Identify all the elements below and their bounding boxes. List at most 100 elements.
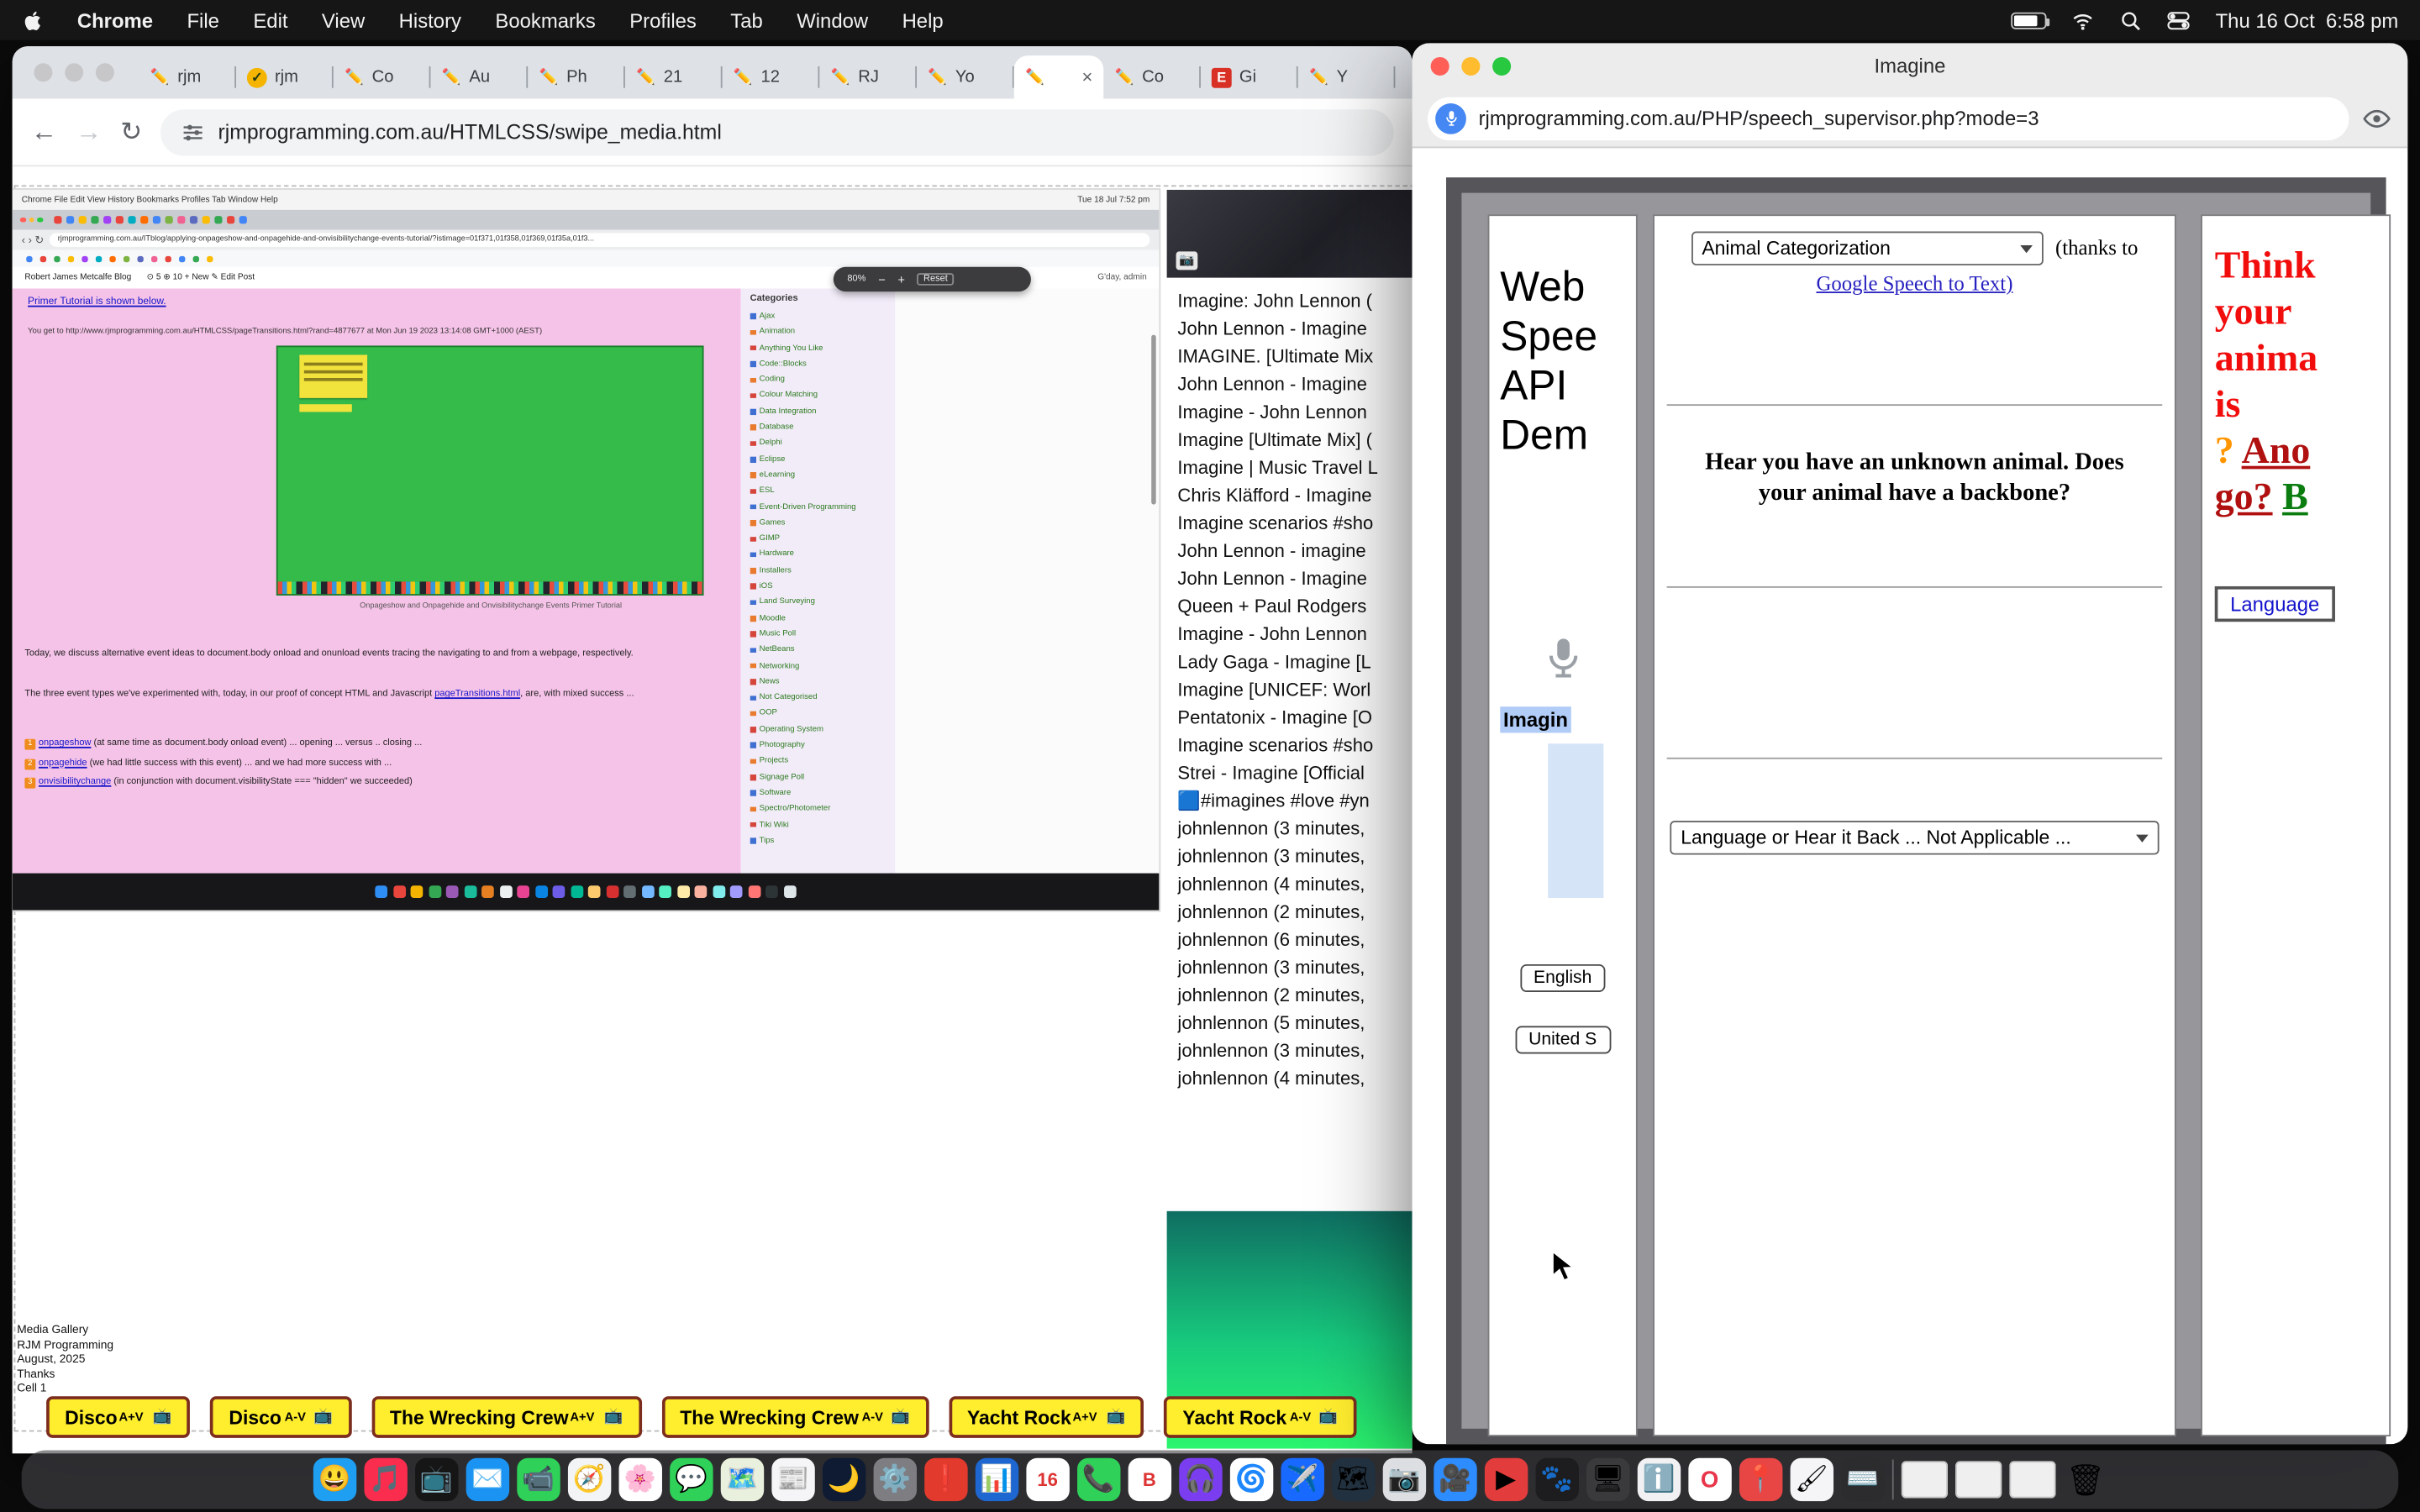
media-list-item[interactable]: johnlennon (5 minutes, (1177, 1009, 1410, 1037)
category-link[interactable]: Tiki Wiki (750, 817, 886, 833)
media-list-item[interactable]: johnlennon (2 minutes, (1177, 898, 1410, 926)
wifi-icon[interactable] (2072, 8, 2096, 32)
united-states-button[interactable]: United S (1515, 1026, 1611, 1053)
media-list-item[interactable]: Imagine [UNICEF: Worl (1177, 675, 1410, 703)
minimize-button[interactable] (1461, 57, 1480, 76)
recognized-text-selection[interactable]: Imagin (1500, 706, 1570, 732)
browser-tab[interactable]: ✏️ Ph (528, 55, 625, 98)
menu-item[interactable]: Tab (730, 8, 763, 32)
category-link[interactable]: Moodle (750, 611, 886, 627)
media-list-item[interactable]: Imagine - John Lennon (1177, 620, 1410, 648)
media-list-item[interactable]: John Lennon - imagine (1177, 537, 1410, 564)
event-link[interactable]: onvisibilitychange (39, 778, 111, 787)
dock-icon[interactable] (1956, 1461, 2002, 1498)
dock-icon[interactable]: 🎧 (1179, 1458, 1222, 1501)
pagetransitions-link[interactable]: pageTransitions.html (434, 690, 520, 699)
category-link[interactable]: Delphi (750, 436, 886, 452)
dock-icon[interactable]: 📷 (1382, 1458, 1425, 1501)
category-link[interactable]: Colour Matching (750, 388, 886, 404)
tutorial-screenshot[interactable] (278, 347, 702, 594)
menu-item[interactable]: History (399, 8, 461, 32)
media-list-item[interactable]: johnlennon (2 minutes, (1177, 981, 1410, 1009)
dock-icon[interactable]: ❗ (924, 1458, 967, 1501)
tab-close-icon[interactable]: × (1082, 66, 1093, 88)
dock-icon[interactable]: 🗺️ (720, 1458, 763, 1501)
category-link[interactable]: Anything You Like (750, 340, 886, 356)
fullscreen-button[interactable] (1492, 57, 1511, 76)
media-list-item[interactable]: Strei - Imagine [Official (1177, 759, 1410, 787)
zoom-out-button[interactable]: − (878, 272, 886, 286)
media-list-item[interactable]: johnlennon (3 minutes, (1177, 843, 1410, 870)
category-link[interactable]: ESL (750, 483, 886, 499)
media-list-item[interactable]: johnlennon (6 minutes, (1177, 926, 1410, 953)
media-banner[interactable]: 📷 (1167, 190, 1413, 278)
dock-icon[interactable]: ⚙️ (873, 1458, 916, 1501)
browser-tab[interactable]: ✏️ rjm (139, 55, 236, 98)
dock-icon[interactable]: ℹ️ (1637, 1458, 1680, 1501)
language-button[interactable]: Language (2215, 586, 2335, 622)
category-link[interactable]: Not Categorised (750, 690, 886, 706)
media-list-item[interactable]: John Lennon - Imagine (1177, 315, 1410, 343)
media-list-item[interactable]: Chris Kläfford - Imagine (1177, 481, 1410, 509)
dock-icon[interactable]: 🖥 (1586, 1458, 1629, 1501)
search-icon[interactable] (2120, 8, 2144, 32)
dock-icon[interactable]: 🎥 (1434, 1458, 1476, 1501)
menu-item[interactable]: Profiles (629, 8, 697, 32)
dock-icon[interactable]: 📊 (975, 1458, 1018, 1501)
media-playlist-button[interactable]: The Wrecking CrewA-V📺 (661, 1396, 929, 1438)
media-list-item[interactable]: johnlennon (4 minutes, (1177, 870, 1410, 898)
dock-icon[interactable] (1891, 1460, 1894, 1500)
dock-icon[interactable]: ✈️ (1281, 1458, 1323, 1501)
media-list-item[interactable]: johnlennon (3 minutes, (1177, 953, 1410, 981)
media-list-item[interactable]: Queen + Paul Rodgers (1177, 592, 1410, 620)
browser-tab[interactable]: ✏️ Co (1103, 55, 1201, 98)
dock-icon[interactable]: B (1128, 1458, 1171, 1501)
reload-button[interactable]: ↻ (120, 117, 142, 148)
dock-icon[interactable]: 📹 (517, 1458, 560, 1501)
browser-tab[interactable]: ✏️ Yo (917, 55, 1014, 98)
browser-tab[interactable]: ✏️ RJ (819, 55, 917, 98)
menu-item[interactable]: Window (797, 8, 868, 32)
category-link[interactable]: Installers (750, 563, 886, 579)
animal-categorization-select[interactable]: Animal Categorization (1691, 232, 2043, 265)
media-playlist-button[interactable]: DiscoA+V📺 (46, 1396, 190, 1438)
back-link[interactable]: B (2282, 477, 2308, 519)
browser-tab[interactable]: ✏️ × (1014, 55, 1104, 98)
forward-button[interactable]: → (76, 117, 102, 148)
category-link[interactable]: Software (750, 785, 886, 801)
dock-icon[interactable]: 🗑 (2064, 1458, 2107, 1501)
another-go-link[interactable]: Ano (2242, 430, 2311, 472)
event-link[interactable]: onpageshow (39, 739, 92, 748)
media-list-item[interactable]: Imagine | Music Travel L (1177, 454, 1410, 481)
battery-icon[interactable] (2012, 12, 2047, 29)
dock-icon[interactable]: 16 (1026, 1458, 1069, 1501)
dock-icon[interactable]: ▶ (1484, 1458, 1527, 1501)
zoom-in-button[interactable]: + (897, 272, 905, 286)
category-link[interactable]: Eclipse (750, 452, 886, 468)
category-link[interactable]: Games (750, 515, 886, 531)
media-playlist-button[interactable]: Yacht RockA+V📺 (949, 1396, 1144, 1438)
menu-item[interactable]: Help (902, 8, 944, 32)
mini-scrollbar[interactable] (1150, 335, 1155, 505)
address-bar[interactable]: rjmprogramming.com.au/HTMLCSS/swipe_medi… (160, 108, 1393, 155)
another-go-link-2[interactable]: go? (2215, 477, 2273, 519)
category-link[interactable]: Spectro/Photometer (750, 801, 886, 817)
category-link[interactable]: Ajax (750, 308, 886, 324)
media-list-item[interactable]: Lady Gaga - Imagine [L (1177, 648, 1410, 675)
dock-icon[interactable]: 🖌 (1790, 1458, 1833, 1501)
apple-menu-icon[interactable] (22, 9, 44, 31)
dock-icon[interactable]: 📍 (1739, 1458, 1782, 1501)
category-link[interactable]: Hardware (750, 547, 886, 563)
category-link[interactable]: NetBeans (750, 643, 886, 659)
dock-icon[interactable]: 🧭 (567, 1458, 610, 1501)
category-link[interactable]: Operating System (750, 722, 886, 738)
menu-item[interactable]: Bookmarks (495, 8, 595, 32)
media-list-item[interactable]: John Lennon - Imagine (1177, 370, 1410, 398)
category-link[interactable]: Coding (750, 372, 886, 388)
browser-tab[interactable]: ✏️ Au (430, 55, 528, 98)
menubar-clock[interactable]: Thu 16 Oct 6:58 pm (2216, 8, 2399, 32)
category-link[interactable]: Code::Blocks (750, 356, 886, 372)
media-list-item[interactable]: Imagine scenarios #sho (1177, 732, 1410, 759)
dock-icon[interactable]: 🗺 (1332, 1458, 1375, 1501)
eye-icon[interactable] (2361, 102, 2392, 134)
